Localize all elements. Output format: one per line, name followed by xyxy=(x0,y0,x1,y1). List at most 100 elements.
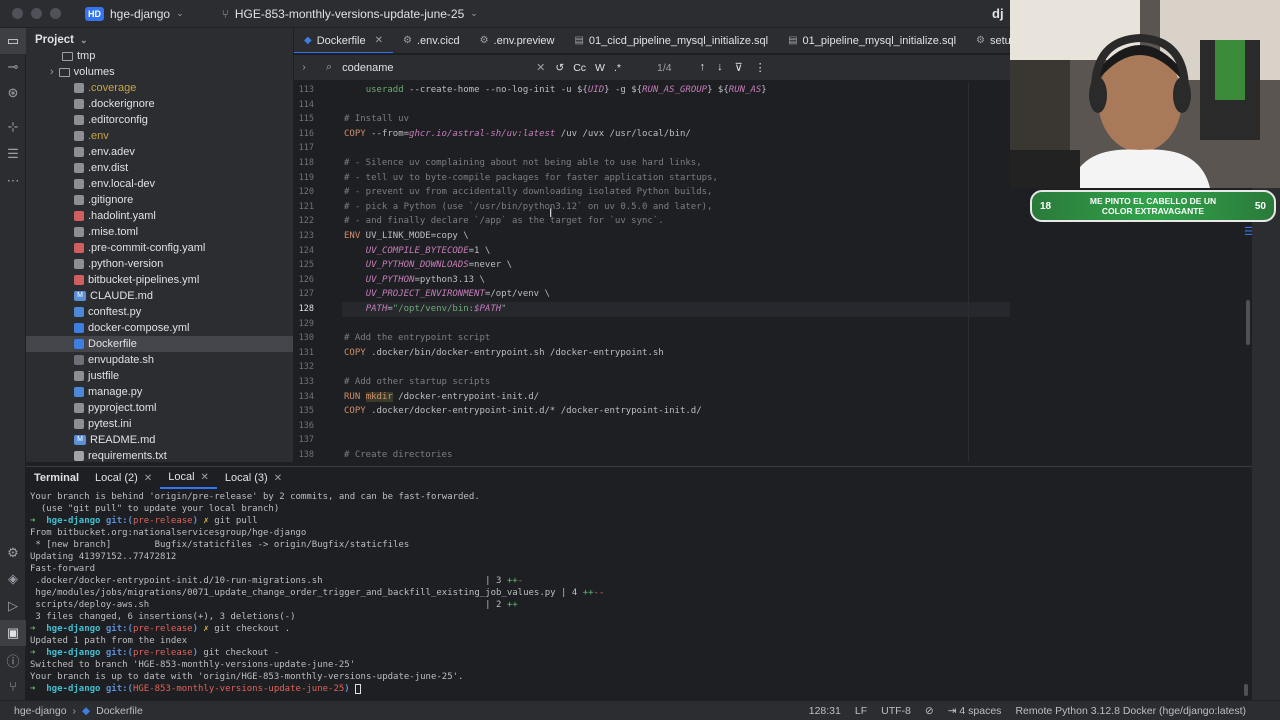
terminal-output[interactable]: Your branch is behind 'origin/pre-releas… xyxy=(30,491,1250,701)
editor-tab[interactable]: ⚙ .env.cicd xyxy=(393,28,470,53)
editor-tab[interactable]: ▤ 01_pipeline_mysql_initialize.sql xyxy=(778,28,966,53)
minimize-window-button[interactable] xyxy=(31,8,42,19)
code-line[interactable]: COPY --from=ghcr.io/astral-sh/uv:latest … xyxy=(342,127,691,142)
terminal-icon[interactable]: ▣ xyxy=(0,620,26,646)
tree-item[interactable]: conftest.py xyxy=(26,304,293,320)
python-packages-icon[interactable]: ◈ xyxy=(0,566,26,592)
arrow-up-icon[interactable]: ↑ xyxy=(700,61,706,74)
services-icon[interactable]: ⚙ xyxy=(0,540,26,566)
interpreter-selector[interactable]: Remote Python 3.12.8 Docker (hge/django:… xyxy=(1015,705,1246,717)
terminal-tab[interactable]: Local ✕ xyxy=(160,467,217,489)
tree-item[interactable]: .env.dist xyxy=(26,160,293,176)
tree-item[interactable]: .pre-commit-config.yaml xyxy=(26,240,293,256)
code-line[interactable]: UV_COMPILE_BYTECODE=1 \ xyxy=(342,244,491,259)
match-case-toggle[interactable]: Cc xyxy=(573,62,586,74)
clear-icon[interactable]: ✕ xyxy=(536,61,545,74)
code-line[interactable]: ENV UV_LINK_MODE=copy \ xyxy=(342,229,469,244)
editor-tab[interactable]: ⚙ setup-test-environ xyxy=(966,28,1010,53)
project-switcher[interactable]: HD hge-django ⌄ xyxy=(85,6,184,21)
filter-icon[interactable]: ⊽ xyxy=(735,61,743,74)
code-line[interactable]: COPY .docker/bin/docker-entrypoint.sh /d… xyxy=(342,346,664,361)
tree-item[interactable]: pyproject.toml xyxy=(26,400,293,416)
close-icon[interactable]: ✕ xyxy=(375,35,383,46)
readonly-toggle-icon[interactable]: ⊘ xyxy=(925,705,934,717)
tree-item[interactable]: .dockerignore xyxy=(26,96,293,112)
tree-item[interactable]: bitbucket-pipelines.yml xyxy=(26,272,293,288)
user-initials[interactable]: dj xyxy=(992,6,1004,21)
code-line[interactable]: UV_PYTHON=python3.13 \ xyxy=(342,273,485,288)
arrow-down-icon[interactable]: ↓ xyxy=(717,61,723,74)
code-line[interactable]: RUN mkdir /docker-entrypoint-init.d/ xyxy=(342,390,539,405)
code-line[interactable]: useradd --create-home --no-log-init -u $… xyxy=(342,83,767,98)
code-line[interactable]: # - pick a Python (use `/usr/bin/python3… xyxy=(342,200,712,215)
code-line[interactable]: # - Silence uv complaining about not bei… xyxy=(342,156,702,171)
tree-item[interactable]: .env.local-dev xyxy=(26,176,293,192)
terminal-tab[interactable]: Local (3) ✕ xyxy=(217,467,290,489)
close-window-button[interactable] xyxy=(12,8,23,19)
editor-tab[interactable]: ▤ 01_cicd_pipeline_mysql_initialize.sql xyxy=(564,28,778,53)
tree-item[interactable]: .editorconfig xyxy=(26,112,293,128)
terminal-tab[interactable]: Local (2) ✕ xyxy=(87,467,160,489)
tree-item[interactable]: .coverage xyxy=(26,80,293,96)
whole-word-toggle[interactable]: W xyxy=(595,62,605,74)
code-line[interactable] xyxy=(342,433,344,448)
tree-item[interactable]: manage.py xyxy=(26,384,293,400)
file-encoding[interactable]: UTF-8 xyxy=(881,705,911,717)
tree-item[interactable]: requirements.txt xyxy=(26,448,293,462)
close-icon[interactable]: ✕ xyxy=(274,473,282,484)
tree-item[interactable]: .env xyxy=(26,128,293,144)
editor-tab[interactable]: ⚙ .env.preview xyxy=(470,28,565,53)
code-line[interactable]: # Add the entrypoint script xyxy=(342,331,490,346)
tree-item[interactable]: .mise.toml xyxy=(26,224,293,240)
editor-scrollbar[interactable] xyxy=(1246,300,1250,345)
code-line[interactable] xyxy=(342,141,344,156)
code-line[interactable]: COPY .docker/docker-entrypoint-init.d/* … xyxy=(342,404,702,419)
zoom-window-button[interactable] xyxy=(50,8,61,19)
problems-icon[interactable]: ⓘ xyxy=(0,647,26,673)
tree-item[interactable]: pytest.ini xyxy=(26,416,293,432)
tree-item[interactable]: › volumes xyxy=(26,64,293,80)
structure-icon[interactable]: ☰ xyxy=(0,141,26,167)
pull-requests-icon[interactable]: ⊛ xyxy=(0,80,26,106)
more-icon[interactable]: ⋯ xyxy=(0,168,26,194)
project-folder-icon[interactable]: ▭ xyxy=(0,28,26,54)
indent-setting[interactable]: ⇥ 4 spaces xyxy=(948,705,1002,717)
chevron-right-icon[interactable]: › xyxy=(294,62,314,73)
tree-item[interactable]: .python-version xyxy=(26,256,293,272)
python-console-icon[interactable]: ▷ xyxy=(0,593,26,619)
tree-item[interactable]: .hadolint.yaml xyxy=(26,208,293,224)
regex-toggle[interactable]: .* xyxy=(614,62,621,74)
tree-item[interactable]: envupdate.sh xyxy=(26,352,293,368)
code-line[interactable]: # Create directories xyxy=(342,448,452,462)
code-line[interactable]: # - tell uv to byte-compile packages for… xyxy=(342,171,718,186)
code-line[interactable]: # Install uv xyxy=(342,112,409,127)
refresh-icon[interactable]: ↺ xyxy=(555,62,564,74)
menu-icon[interactable]: ☰ xyxy=(1244,225,1254,238)
branch-switcher[interactable]: ⑂ HGE-853-monthly-versions-update-june-2… xyxy=(222,7,478,21)
code-line[interactable]: # - prevent uv from accidentally downloa… xyxy=(342,185,712,200)
close-icon[interactable]: ✕ xyxy=(201,472,209,483)
git-icon[interactable]: ⑂ xyxy=(0,673,26,699)
code-line[interactable] xyxy=(342,317,344,332)
cursor-position[interactable]: 128:31 xyxy=(809,705,841,717)
code-line[interactable] xyxy=(342,98,344,113)
more-vertical-icon[interactable]: ⋮ xyxy=(755,61,766,74)
find-input[interactable]: codename xyxy=(342,62,532,74)
tree-item[interactable]: M README.md xyxy=(26,432,293,448)
tree-item[interactable]: Dockerfile xyxy=(26,336,293,352)
tree-item[interactable]: .env.adev xyxy=(26,144,293,160)
code-line[interactable] xyxy=(342,419,344,434)
line-ending[interactable]: LF xyxy=(855,705,867,717)
tree-item[interactable]: .gitignore xyxy=(26,192,293,208)
code-editor[interactable]: useradd --create-home --no-log-init -u $… xyxy=(342,82,1010,462)
window-controls[interactable] xyxy=(12,8,61,19)
tree-item[interactable]: tmp xyxy=(26,48,293,64)
code-line[interactable] xyxy=(342,360,344,375)
tree-item[interactable]: M CLAUDE.md xyxy=(26,288,293,304)
breadcrumb-project[interactable]: hge-django xyxy=(14,705,67,717)
code-line[interactable]: # Add other startup scripts xyxy=(342,375,490,390)
terminal-scrollbar[interactable] xyxy=(1244,684,1248,696)
chevron-right-icon[interactable]: › xyxy=(50,66,54,78)
vcs-icon[interactable]: ⊹ xyxy=(0,114,26,140)
code-line[interactable]: # - and finally declare `/app` as the ta… xyxy=(342,214,664,229)
